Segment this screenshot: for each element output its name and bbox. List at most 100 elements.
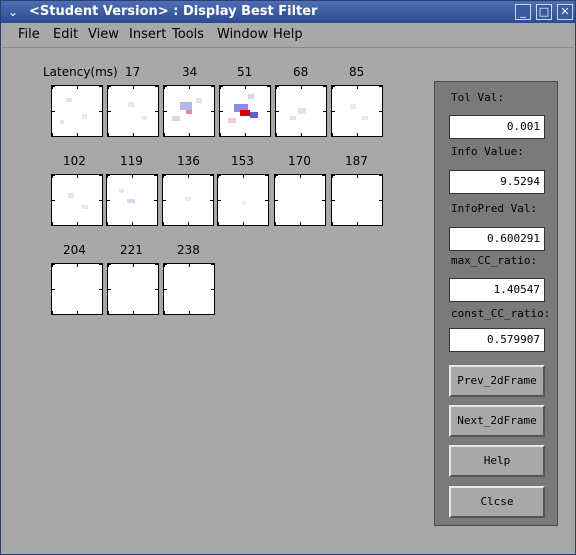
close-icon[interactable]: ✕ (557, 4, 573, 20)
axis-tick (164, 289, 167, 290)
latency-label: 68 (293, 65, 309, 79)
axis-tick (214, 263, 215, 267)
axis-tick (154, 225, 158, 226)
axis-tick (379, 111, 382, 112)
axis-tick (99, 289, 102, 290)
axis-tick (276, 111, 279, 112)
infopred-val-field[interactable]: 0.600291 (449, 227, 545, 251)
minimize-icon[interactable]: _ (515, 4, 531, 20)
axis-tick (218, 222, 219, 225)
axis-tick (214, 133, 215, 137)
axis-tick (210, 175, 213, 176)
axis-tick (102, 174, 103, 178)
axis-tick (133, 133, 134, 136)
filter-frame-17ms (107, 85, 159, 137)
tol-val-label: Tol Val: (451, 91, 504, 104)
axis-tick (162, 225, 166, 226)
window-menu-chevron-icon[interactable]: ⌄ (5, 4, 21, 20)
axis-tick (155, 111, 158, 112)
axis-tick (51, 225, 55, 226)
axis-tick (77, 264, 78, 267)
axis-tick (133, 264, 134, 267)
axis-tick (332, 200, 335, 201)
axis-tick (52, 133, 53, 136)
menu-bar: File Edit View Insert Tools Window Help (2, 23, 574, 48)
const-cc-ratio-label: const_CC_ratio: (451, 307, 551, 320)
axis-tick (267, 111, 270, 112)
axis-tick (332, 222, 333, 225)
axis-tick (52, 111, 55, 112)
axis-tick (213, 174, 214, 178)
axis-tick (268, 174, 269, 178)
axis-tick (300, 222, 301, 225)
menu-window[interactable]: Window (217, 27, 268, 42)
latency-label: 204 (63, 243, 86, 257)
axis-tick (332, 133, 333, 136)
axis-tick (331, 225, 335, 226)
axis-tick (106, 225, 110, 226)
axis-tick (52, 289, 55, 290)
axis-tick (275, 175, 278, 176)
axis-tick (211, 136, 215, 137)
axis-tick (77, 222, 78, 225)
filter-frame-119ms (106, 174, 158, 226)
axis-tick (275, 222, 276, 225)
axis-tick (245, 86, 246, 89)
axis-tick (107, 200, 110, 201)
filter-frame-85ms (331, 85, 383, 137)
axis-tick (158, 311, 159, 315)
axis-tick (211, 86, 214, 87)
close-button[interactable]: Clcse (449, 486, 545, 518)
axis-tick (99, 314, 103, 315)
axis-tick (270, 133, 271, 137)
axis-tick (332, 86, 335, 87)
axis-tick (107, 314, 111, 315)
tol-val-field[interactable]: 0.001 (449, 115, 545, 139)
axis-tick (210, 200, 213, 201)
menu-edit[interactable]: Edit (53, 27, 78, 42)
axis-tick (133, 86, 134, 89)
axis-tick (267, 86, 270, 87)
axis-tick (108, 86, 111, 87)
axis-tick (214, 311, 215, 315)
menu-tools[interactable]: Tools (172, 27, 204, 42)
axis-tick (77, 86, 78, 89)
axis-tick (243, 222, 244, 225)
axis-tick (220, 111, 223, 112)
menu-insert[interactable]: Insert (129, 27, 166, 42)
next-2dframe-button[interactable]: Next_2dFrame (449, 405, 545, 437)
axis-tick (155, 264, 158, 265)
menu-view[interactable]: View (88, 27, 119, 42)
axis-tick (164, 264, 167, 265)
maximize-icon[interactable]: □ (536, 4, 552, 20)
prev-2dframe-button[interactable]: Prev_2dFrame (449, 365, 545, 397)
axis-tick (323, 136, 327, 137)
filter-frame-153ms (217, 174, 269, 226)
axis-tick (99, 86, 102, 87)
axis-tick (211, 111, 214, 112)
info-value-field[interactable]: 9.5294 (449, 170, 545, 194)
axis-tick (163, 200, 166, 201)
const-cc-ratio-field[interactable]: 0.579907 (449, 328, 545, 352)
max-cc-ratio-field[interactable]: 1.40547 (449, 278, 545, 302)
axis-tick (357, 133, 358, 136)
axis-tick (379, 200, 382, 201)
latency-label: 153 (231, 154, 254, 168)
axis-tick (213, 222, 214, 226)
latency-label: 221 (120, 243, 143, 257)
axis-tick (99, 111, 102, 112)
axis-tick (243, 175, 244, 178)
axis-tick (274, 225, 278, 226)
latency-label: 187 (345, 154, 368, 168)
axis-tick (107, 175, 110, 176)
filter-frame-68ms (275, 85, 327, 137)
latency-label: 102 (63, 154, 86, 168)
axis-tick (163, 175, 166, 176)
axis-tick (107, 136, 111, 137)
menu-file[interactable]: File (18, 27, 40, 42)
axis-tick (102, 85, 103, 89)
menu-help[interactable]: Help (273, 27, 303, 42)
axis-tick (268, 222, 269, 226)
help-button[interactable]: Help (449, 445, 545, 477)
axis-tick (245, 133, 246, 136)
